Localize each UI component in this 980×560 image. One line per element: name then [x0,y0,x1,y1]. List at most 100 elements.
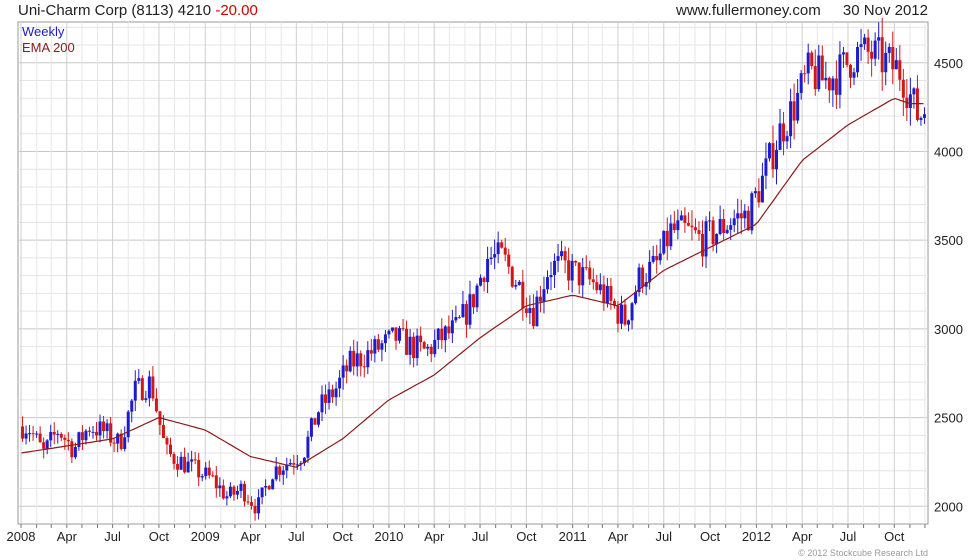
candle-body [147,376,151,399]
candle-body [327,389,331,403]
candle-body [686,223,690,226]
candle-body [24,433,28,439]
candle-body [419,335,423,343]
candle-body [658,253,662,261]
candle-body [757,191,761,203]
candle-body [415,335,419,359]
candle-body [257,497,261,514]
candle-body [870,51,874,59]
candle-body [651,256,655,262]
x-tick-label: Apr [57,529,78,544]
candle-body [760,175,764,203]
candle-body [528,307,532,314]
candle-body [426,346,430,349]
candle-body [28,433,32,435]
candle-body [186,461,190,473]
candle-body [806,52,810,74]
candle-body [563,251,567,261]
candle-body [500,242,504,248]
candle-body [281,470,285,475]
candle-body [271,479,275,490]
candle-body [704,221,708,257]
candle-body [218,485,222,489]
candle-body [507,254,511,267]
candle-body [250,502,254,506]
candle-body [253,505,257,514]
candle-body [422,342,426,349]
candle-body [560,251,564,257]
candle-body [87,430,91,432]
candle-body [535,296,539,327]
candle-body [753,191,757,194]
candle-body [116,433,120,444]
candle-body [151,376,155,399]
candle-body [521,281,525,309]
x-tick-label: 2011 [559,529,587,544]
candle-body [567,260,571,281]
candle-body [401,328,405,330]
candle-body [722,218,726,234]
candle-body [49,431,53,441]
candle-body [95,431,99,436]
candle-body [123,437,127,450]
candle-body [436,328,440,340]
candle-body [176,463,180,470]
candle-body [859,44,863,47]
candle-body [63,437,67,440]
candle-body [447,326,451,334]
candle-body [771,143,775,170]
candle-body [708,220,712,222]
x-tick-label: Apr [608,529,629,544]
candle-body [767,143,771,159]
candle-body [306,436,310,458]
candle-body [605,285,609,304]
candle-body [348,350,352,372]
y-tick-label: 3000 [934,322,963,337]
candle-body [517,281,521,285]
candle-body [242,483,246,502]
candle-body [457,317,461,319]
candle-body [464,304,468,325]
candle-body [260,487,264,498]
candle-body [320,394,324,413]
candle-body [154,398,158,412]
candle-body [764,158,768,176]
candle-body [894,60,898,70]
candle-body [588,267,592,280]
candle-body [891,46,895,70]
legend-ema-200: EMA 200 [22,40,75,55]
candle-body [922,114,926,118]
candle-body [35,433,39,435]
candle-body [524,308,528,314]
candle-body [827,77,831,91]
candle-body [856,46,860,73]
candle-body [366,350,370,368]
candle-body [341,365,345,378]
candle-body [880,37,884,73]
candle-body [179,456,183,470]
candle-body [197,459,201,478]
candle-body [278,466,282,475]
candle-body [591,279,595,283]
candle-body [602,284,606,304]
candle-body [690,225,694,228]
candle-body [472,294,476,308]
candle-body [429,346,433,355]
candle-body [739,213,743,219]
candle-body [38,433,42,443]
candle-body [376,339,380,350]
candle-body [732,218,736,226]
candle-body [493,254,497,258]
candle-body [672,223,676,231]
candle-body [750,193,754,231]
x-tick-label: Oct [333,529,354,544]
candle-body [581,267,585,286]
y-tick-label: 2000 [934,499,963,514]
candle-body [531,307,535,327]
candle-body [711,220,715,245]
candle-body [743,210,747,219]
candle-body [345,365,349,372]
x-tick-label: Oct [700,529,721,544]
candle-body [324,394,328,403]
candle-body [834,78,838,95]
